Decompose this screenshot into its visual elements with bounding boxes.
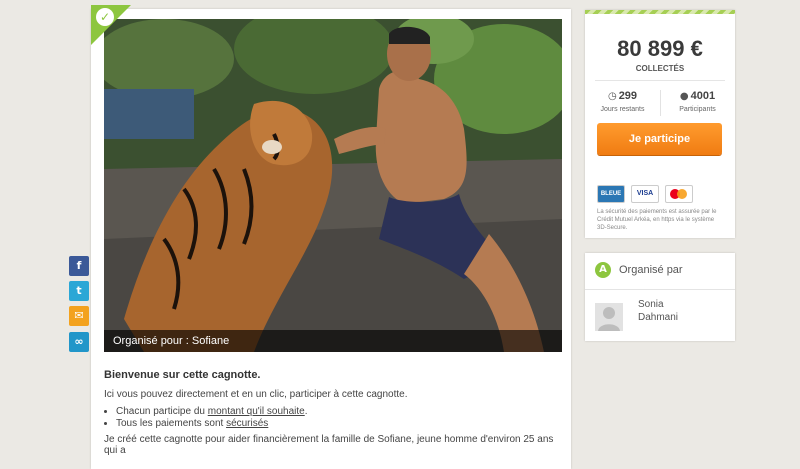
campaign-photo: Organisé pour : Sofiane bbox=[104, 19, 562, 352]
photo-caption: Organisé pour : Sofiane bbox=[104, 330, 562, 352]
organizer-first-name: Sonia bbox=[638, 299, 664, 310]
security-note: La sécurité des paiements est assurée pa… bbox=[597, 209, 717, 231]
facebook-share-button[interactable]: f bbox=[69, 256, 89, 276]
bullet2-prefix: Tous les paiements sont bbox=[116, 418, 227, 429]
welcome-heading: Bienvenue sur cette cagnotte. bbox=[104, 369, 261, 381]
days-label: Jours restants bbox=[600, 106, 645, 113]
collected-label: COLLECTÉS bbox=[635, 64, 685, 73]
participate-button[interactable]: Je participe bbox=[597, 123, 722, 155]
organized-for-label: Organisé pour : Sofiane bbox=[113, 335, 230, 347]
feature-list: Chacun participe du montant qu'il souhai… bbox=[104, 406, 564, 429]
stats-top-stripe bbox=[585, 10, 735, 14]
organizer-card: A Organisé par Sonia Dahmani bbox=[585, 253, 735, 341]
intro-text: Ici vous pouvez directement et en un cli… bbox=[104, 389, 408, 400]
avatar bbox=[595, 303, 623, 331]
organizer-icon: A bbox=[595, 262, 611, 278]
campaign-card: Organisé pour : Sofiane Bienvenue sur ce… bbox=[91, 9, 571, 469]
email-share-button[interactable]: ✉ bbox=[69, 306, 89, 326]
secure-link[interactable]: sécurisés bbox=[226, 418, 268, 429]
bullet1-suffix: . bbox=[304, 406, 308, 417]
cb-card-icon: BLEUE bbox=[597, 185, 625, 203]
clock-icon: ◷ bbox=[607, 91, 617, 102]
organizer-last-name: Dahmani bbox=[638, 312, 679, 323]
user-icon: ● bbox=[679, 91, 689, 102]
visa-card-icon: VISA bbox=[631, 185, 659, 203]
stats-card: 80 899 € COLLECTÉS ◷ 299 Jours restants ●… bbox=[585, 10, 735, 238]
twitter-icon: t bbox=[76, 284, 82, 297]
mastercard-orange-circle bbox=[677, 189, 687, 199]
organizer-name[interactable]: Sonia Dahmani bbox=[638, 298, 678, 324]
description-text: Je créé cette cagnotte pour aider financ… bbox=[104, 434, 554, 456]
mastercard-icon bbox=[665, 185, 693, 203]
campaign-description: Bienvenue sur cette cagnotte. Ici vous p… bbox=[104, 369, 564, 456]
amount-link[interactable]: montant qu'il souhaite bbox=[208, 406, 305, 417]
facebook-icon: f bbox=[76, 259, 82, 272]
check-icon: ✓ bbox=[96, 8, 114, 26]
participants-value: 4001 bbox=[690, 90, 716, 102]
participants-label: Participants bbox=[679, 106, 716, 113]
days-remaining-stat: ◷ 299 Jours restants bbox=[585, 90, 660, 113]
organizer-header: A Organisé par bbox=[585, 253, 735, 290]
days-value: 299 bbox=[618, 90, 638, 102]
list-item: Chacun participe du montant qu'il souhai… bbox=[116, 406, 564, 417]
participants-stat: ● 4001 Participants bbox=[660, 90, 735, 113]
list-item: Tous les paiements sont sécurisés bbox=[116, 418, 564, 429]
photo-illustration bbox=[104, 19, 562, 352]
link-share-button[interactable]: ∞ bbox=[69, 332, 89, 352]
stats-divider bbox=[595, 80, 725, 81]
email-icon: ✉ bbox=[74, 309, 84, 322]
twitter-share-button[interactable]: t bbox=[69, 281, 89, 301]
bullet1-prefix: Chacun participe du bbox=[116, 406, 208, 417]
organizer-title: Organisé par bbox=[619, 264, 683, 276]
link-icon: ∞ bbox=[74, 335, 84, 348]
collected-amount: 80 899 € bbox=[617, 36, 703, 61]
